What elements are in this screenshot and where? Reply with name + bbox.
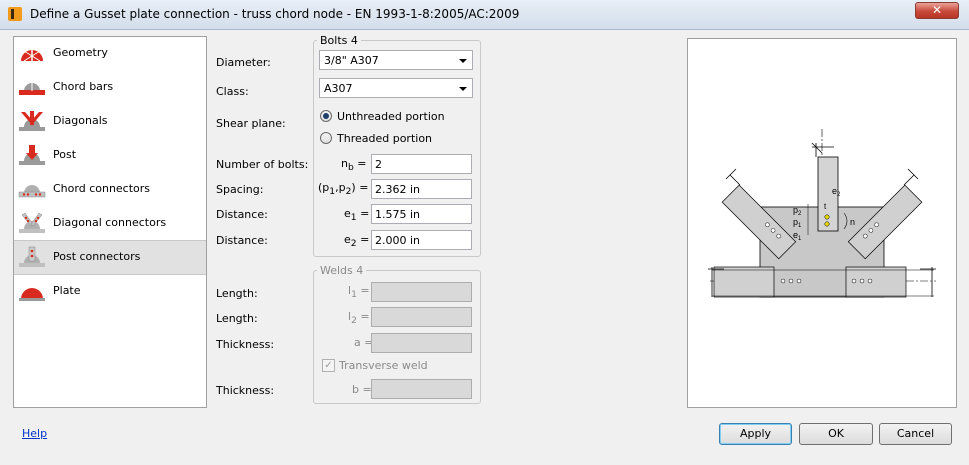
thickness-a-label: Thickness:: [216, 338, 275, 351]
chord-left: [713, 266, 775, 298]
diagonals-icon: [19, 111, 45, 131]
app-logo-icon: [8, 7, 22, 21]
sidebar: Geometry Chord bars Diagonals Post Chord…: [13, 36, 207, 408]
cancel-button[interactable]: Cancel: [879, 423, 952, 445]
e1-symbol: e1 =: [344, 207, 370, 224]
diagonal-connectors-icon: [19, 212, 45, 233]
bolt-marker: [824, 221, 830, 227]
threaded-label[interactable]: Threaded portion: [337, 132, 432, 145]
threaded-radio[interactable]: [320, 132, 332, 144]
ok-button[interactable]: OK: [799, 423, 873, 445]
class-label: Class:: [216, 85, 249, 98]
length-l1-label: Length:: [216, 287, 258, 300]
number-of-bolts-input[interactable]: 2: [371, 154, 472, 174]
class-value: A307: [324, 82, 353, 95]
distance-e2-input[interactable]: 2.000 in: [371, 230, 472, 250]
sidebar-item-label: Diagonal connectors: [53, 216, 167, 229]
window-title: Define a Gusset plate connection - truss…: [30, 7, 520, 21]
diameter-label: Diameter:: [216, 56, 271, 69]
sidebar-item-label: Post: [53, 148, 77, 161]
unthreaded-label[interactable]: Unthreaded portion: [337, 110, 445, 123]
bolts-group-title: Bolts 4: [317, 34, 361, 47]
length-l1-input[interactable]: [371, 282, 472, 302]
thickness-b-label: Thickness:: [216, 384, 275, 397]
number-of-bolts-label: Number of bolts:: [216, 158, 309, 171]
sidebar-item-post[interactable]: Post: [14, 139, 206, 173]
sidebar-item-geometry[interactable]: Geometry: [14, 37, 206, 71]
chevron-down-icon: [459, 59, 467, 63]
connection-preview: e2 p2 p1 e1 n t: [687, 38, 957, 408]
geometry-icon: [21, 45, 43, 62]
sidebar-item-label: Plate: [53, 284, 81, 297]
l2-symbol: l2 =: [348, 310, 370, 327]
sidebar-item-chord-connectors[interactable]: Chord connectors: [14, 173, 206, 207]
sidebar-item-chord-bars[interactable]: Chord bars: [14, 71, 206, 105]
e2-symbol: e2 =: [344, 233, 370, 250]
thickness-a-input[interactable]: [371, 333, 472, 353]
length-l2-label: Length:: [216, 312, 258, 325]
diameter-select[interactable]: 3/8" A307: [319, 50, 473, 70]
sidebar-item-label: Diagonals: [53, 114, 108, 127]
sidebar-item-plate[interactable]: Plate: [14, 275, 206, 309]
transverse-weld-label[interactable]: Transverse weld: [339, 359, 428, 372]
unthreaded-radio[interactable]: [320, 110, 332, 122]
transverse-weld-checkbox[interactable]: ✓: [322, 359, 335, 372]
n-dim-label: n: [850, 217, 855, 227]
gusset-drawing: e2 p2 p1 e1 n t: [708, 129, 936, 298]
thickness-b-input[interactable]: [371, 379, 472, 399]
class-select[interactable]: A307: [319, 78, 473, 98]
b-symbol: b =: [352, 383, 372, 396]
bolts-group: [313, 40, 481, 257]
distance-e2-label: Distance:: [216, 234, 268, 247]
diameter-value: 3/8" A307: [324, 54, 379, 67]
title-bar: Define a Gusset plate connection - truss…: [0, 0, 969, 30]
apply-button[interactable]: Apply: [719, 423, 792, 445]
sidebar-item-label: Post connectors: [53, 250, 141, 263]
spacing-input[interactable]: 2.362 in: [371, 179, 472, 199]
nb-symbol: nb =: [341, 157, 367, 174]
plate-icon: [19, 288, 45, 301]
chevron-down-icon: [459, 87, 467, 91]
close-button[interactable]: ✕: [915, 2, 959, 19]
sidebar-item-label: Geometry: [53, 46, 108, 59]
help-link[interactable]: Help: [22, 427, 47, 440]
distance-e1-input[interactable]: 1.575 in: [371, 204, 472, 224]
spacing-symbol: (p1,p2) =: [318, 181, 369, 198]
sidebar-item-diagonals[interactable]: Diagonals: [14, 105, 206, 139]
distance-e1-label: Distance:: [216, 208, 268, 221]
chord-bars-icon: [19, 81, 45, 95]
welds-group-title: Welds 4: [317, 264, 367, 277]
l1-symbol: l1 =: [348, 284, 370, 301]
post-connectors-icon: [19, 246, 45, 267]
sidebar-item-label: Chord bars: [53, 80, 114, 93]
bolt-marker: [824, 214, 830, 220]
length-l2-input[interactable]: [371, 307, 472, 327]
shear-plane-label: Shear plane:: [216, 117, 286, 130]
post-icon: [19, 145, 45, 165]
chord-connectors-icon: [18, 185, 46, 198]
sidebar-item-post-connectors[interactable]: Post connectors: [14, 240, 206, 275]
sidebar-item-label: Chord connectors: [53, 182, 151, 195]
sidebar-item-diagonal-connectors[interactable]: Diagonal connectors: [14, 207, 206, 241]
spacing-label: Spacing:: [216, 183, 264, 196]
